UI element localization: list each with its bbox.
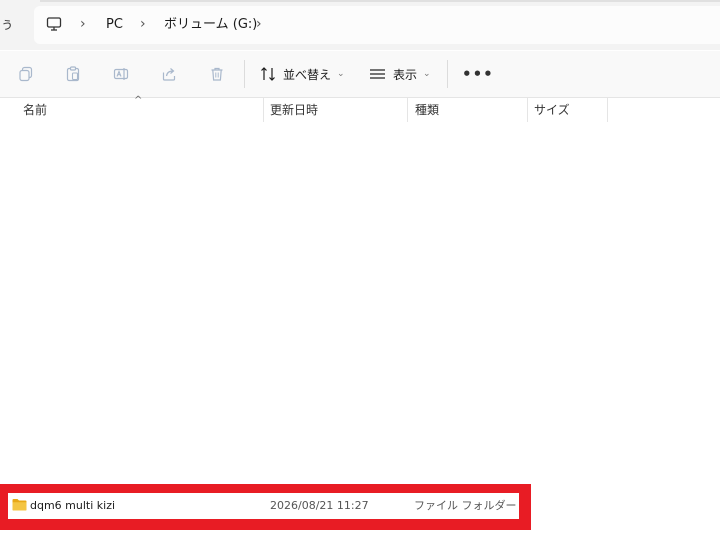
column-divider[interactable]: [263, 98, 264, 122]
share-icon: [162, 68, 176, 81]
address-top-divider: [40, 0, 720, 2]
file-name: dqm6 multi kizi: [30, 499, 116, 512]
column-divider[interactable]: [407, 98, 408, 122]
sort-icon: [261, 67, 275, 81]
more-options-button[interactable]: •••: [462, 63, 493, 85]
command-bar: 並べ替え ⌄ 表示 ⌄ •••: [0, 51, 720, 98]
chevron-down-icon: ⌄: [337, 69, 345, 79]
list-item[interactable]: dqm6 multi kizi 2026/08/21 11:27 ファイル フォ…: [8, 493, 519, 519]
view-button[interactable]: 表示 ⌄: [369, 63, 431, 85]
breadcrumb-separator[interactable]: ›: [140, 14, 146, 34]
sort-ascending-icon: ^: [134, 95, 143, 106]
breadcrumb-volume-g[interactable]: ボリューム (G:): [164, 15, 257, 35]
share-button[interactable]: [158, 63, 180, 85]
column-header-modified[interactable]: 更新日時: [270, 98, 318, 122]
rename-icon: [113, 68, 129, 80]
view-label: 表示: [393, 67, 418, 82]
delete-button[interactable]: [206, 63, 228, 85]
column-header-size[interactable]: サイズ: [534, 98, 570, 122]
column-header-name[interactable]: 名前: [23, 98, 47, 122]
address-region: ぅ › PC › ボリューム (G:) ›: [0, 0, 720, 50]
breadcrumb-pc[interactable]: PC: [106, 15, 123, 35]
column-divider[interactable]: [607, 98, 608, 122]
copy-icon: [19, 66, 33, 82]
address-bar[interactable]: › PC › ボリューム (G:) ›: [34, 6, 720, 44]
chevron-down-icon: ⌄: [423, 69, 431, 79]
monitor-icon[interactable]: [46, 16, 62, 32]
copy-button[interactable]: [15, 63, 37, 85]
column-header-type[interactable]: 種類: [415, 98, 439, 122]
paste-button[interactable]: [62, 63, 84, 85]
file-type: ファイル フォルダー: [414, 499, 517, 512]
toolbar-divider: [447, 60, 448, 88]
breadcrumb-separator[interactable]: ›: [256, 14, 262, 34]
folder-icon: [12, 499, 27, 511]
breadcrumb-separator[interactable]: ›: [80, 14, 86, 34]
rename-button[interactable]: [110, 63, 132, 85]
sort-label: 並べ替え: [283, 67, 332, 82]
column-divider[interactable]: [527, 98, 528, 122]
toolbar-divider: [244, 60, 245, 88]
refresh-icon[interactable]: ぅ: [0, 14, 14, 36]
sort-button[interactable]: 並べ替え ⌄: [260, 63, 345, 85]
column-header-row: ^ 名前 更新日時 種類 サイズ: [0, 95, 720, 122]
view-list-icon: [370, 69, 385, 79]
delete-icon: [211, 67, 223, 81]
file-modified: 2026/08/21 11:27: [270, 499, 369, 512]
paste-icon: [66, 66, 80, 82]
